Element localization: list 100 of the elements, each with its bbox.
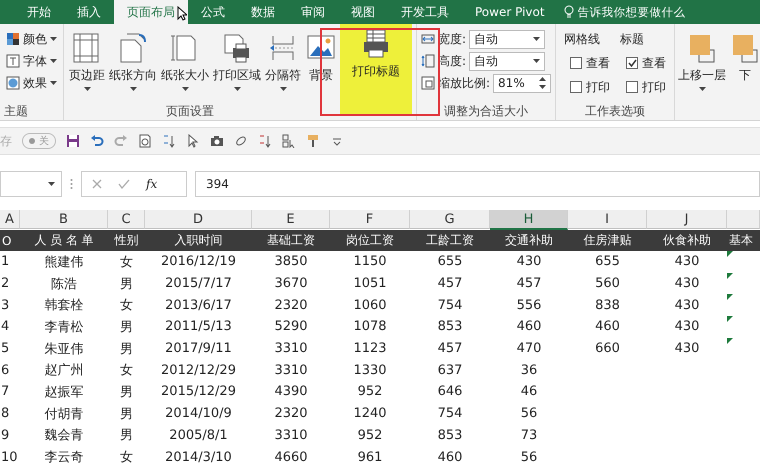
table-cell: 470: [516, 341, 542, 356]
page-setup-button[interactable]: 页边距: [68, 28, 106, 100]
caret-icon[interactable]: [130, 87, 136, 91]
theme-option-button[interactable]: 效果: [4, 72, 59, 94]
ribbon-tab[interactable]: 开发工具: [388, 0, 462, 24]
table-cell: 2005/8/1: [169, 428, 228, 443]
arrange-button[interactable]: 上移一层: [677, 28, 728, 100]
page-setup-button[interactable]: 背景: [304, 28, 338, 100]
table-cell: 754: [438, 298, 462, 313]
page-setup-button[interactable]: 纸张方向: [108, 28, 158, 100]
ribbon-tab[interactable]: 页面布局: [114, 0, 188, 24]
checkbox-option[interactable]: 查看: [620, 52, 666, 74]
column-header[interactable]: I: [568, 210, 647, 229]
caret-icon[interactable]: [50, 59, 57, 63]
caret-icon[interactable]: [182, 87, 188, 91]
table-cell: 1330: [353, 362, 387, 378]
checkbox[interactable]: [626, 81, 638, 93]
option-heading: 网格线: [564, 30, 602, 48]
theme-option-button[interactable]: 字体: [4, 50, 59, 72]
form-icon[interactable]: [282, 134, 296, 148]
caret-icon[interactable]: [533, 37, 540, 41]
width-icon: [421, 32, 435, 46]
theme-option-button[interactable]: 颜色: [4, 28, 59, 50]
table-cell: 2017/9/11: [165, 341, 232, 356]
ribbon-tab[interactable]: 审阅: [288, 0, 338, 24]
ribbon-tab[interactable]: 开始: [14, 0, 64, 24]
format-painter-icon[interactable]: [306, 134, 320, 148]
caret-icon[interactable]: [50, 37, 57, 41]
table-cell: 556: [516, 298, 542, 313]
checkbox[interactable]: [570, 81, 582, 93]
ribbon-tab[interactable]: Power Pivot: [462, 0, 558, 24]
ribbon-tab[interactable]: 视图: [338, 0, 388, 24]
table-cell-text: 女: [120, 362, 133, 380]
checkbox-option[interactable]: 打印: [564, 76, 610, 98]
column-header[interactable]: C: [108, 210, 145, 229]
table-cell: 2320: [274, 406, 308, 422]
column-header[interactable]: G: [410, 210, 490, 229]
sort-descending-icon[interactable]: [258, 134, 272, 148]
checkbox[interactable]: [626, 57, 638, 69]
print-preview-icon[interactable]: [138, 134, 152, 148]
dropdown-field[interactable]: 自动: [469, 52, 546, 70]
ribbon-tab[interactable]: 插入: [64, 0, 114, 24]
spinner-arrows-icon: [539, 77, 546, 89]
tell-me-field[interactable]: 告诉我你想要做什么: [578, 5, 698, 19]
arrange-button[interactable]: 下: [729, 28, 760, 100]
caret-icon[interactable]: [698, 87, 706, 91]
caret-icon[interactable]: [48, 182, 55, 186]
select-pointer-icon[interactable]: [186, 134, 200, 148]
checkmark-icon: [628, 59, 637, 67]
insert-function-button[interactable]: fx: [146, 177, 158, 191]
save-icon[interactable]: [66, 134, 80, 148]
table-cell-text: 李云奇: [44, 449, 84, 466]
table-cell: 3310: [274, 341, 308, 356]
height-icon: [421, 54, 435, 68]
page-setup-button[interactable]: 打印标题: [340, 24, 412, 114]
caret-icon[interactable]: [280, 87, 286, 91]
caret-icon[interactable]: [234, 87, 240, 91]
camera-icon[interactable]: [210, 134, 224, 148]
checkbox-option[interactable]: 打印: [620, 76, 666, 98]
page-setup-button[interactable]: 纸张大小: [160, 28, 210, 100]
column-header[interactable]: J: [647, 210, 727, 229]
spinner-field[interactable]: 81%: [493, 74, 552, 92]
dropdown-field[interactable]: 自动: [469, 30, 546, 48]
column-header[interactable]: E: [252, 210, 330, 229]
column-header[interactable]: H: [490, 210, 568, 230]
table-cell: 430: [516, 254, 542, 270]
table-cell: 1: [1, 254, 10, 270]
table-cell: 4660: [274, 450, 308, 465]
table-cell: 430: [674, 254, 700, 270]
group-label: 页面设置: [165, 102, 215, 120]
page-setup-button[interactable]: 打印区域: [212, 28, 262, 100]
caret-icon[interactable]: [50, 81, 57, 85]
page-setup-button[interactable]: 分隔符: [264, 28, 302, 100]
column-header[interactable]: B: [20, 210, 108, 229]
checkmark-icon[interactable]: [118, 179, 130, 189]
formula-input[interactable]: 394: [195, 171, 760, 197]
caret-icon[interactable]: [533, 59, 540, 63]
caret-icon[interactable]: [84, 87, 90, 91]
table-cell: 5: [1, 341, 10, 356]
ribbon-tab[interactable]: 数据: [238, 0, 288, 24]
table-cell: 646: [438, 384, 462, 400]
table-cell: 853: [438, 428, 462, 443]
table-cell: 637: [438, 362, 462, 378]
table-cell-text: 女: [120, 254, 133, 271]
table-cell-text: 女: [120, 297, 133, 314]
undo-icon[interactable]: [90, 134, 104, 148]
checkbox[interactable]: [570, 57, 582, 69]
table-cell: 56: [520, 450, 538, 465]
column-header[interactable]: D: [145, 210, 252, 229]
table-cell-text: 男: [120, 384, 133, 401]
table-cell: 961: [358, 450, 382, 465]
table-cell: 2014/3/10: [165, 450, 232, 465]
mouse-pointer-icon: [177, 6, 187, 21]
column-header[interactable]: A: [0, 210, 20, 229]
checkbox-option[interactable]: 查看: [564, 52, 610, 74]
column-header[interactable]: F: [330, 210, 410, 229]
ribbon-tab[interactable]: 公式: [188, 0, 238, 24]
table-cell: 2015/7/17: [165, 276, 232, 292]
sort-ascending-icon[interactable]: [162, 134, 176, 148]
table-cell-text: 男: [120, 318, 133, 336]
